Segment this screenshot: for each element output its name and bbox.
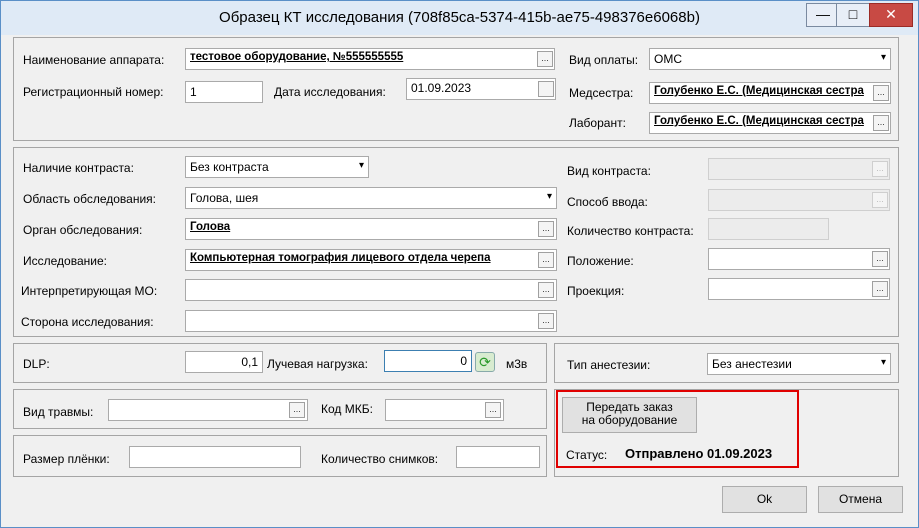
area-select[interactable]: Голова, шея ▾ bbox=[185, 187, 557, 209]
contrast-type-label: Вид контраста: bbox=[567, 164, 651, 178]
status-value: Отправлено 01.09.2023 bbox=[625, 446, 773, 461]
ray-load-label: Лучевая нагрузка: bbox=[267, 357, 368, 371]
contrast-type-field bbox=[708, 158, 890, 180]
trauma-type-field[interactable] bbox=[108, 399, 308, 421]
position-field[interactable] bbox=[708, 248, 890, 270]
area-label: Область обследования: bbox=[23, 192, 157, 206]
organ-label: Орган обследования: bbox=[23, 223, 143, 237]
device-label: Наименование аппарата: bbox=[23, 53, 165, 67]
refresh-icon[interactable]: ⟳ bbox=[475, 352, 495, 372]
mkb-code-label: Код МКБ: bbox=[321, 402, 373, 416]
nurse-field[interactable]: Голубенко Е.С. (Медицинская сестра bbox=[649, 82, 891, 104]
study-label: Исследование: bbox=[23, 254, 107, 268]
organ-field[interactable]: Голова bbox=[185, 218, 557, 240]
dlp-field[interactable]: 0,1 bbox=[185, 351, 263, 373]
maximize-button[interactable]: □ bbox=[836, 3, 870, 27]
title-bar: Образец КТ исследования (708f85ca-5374-4… bbox=[1, 1, 918, 35]
trauma-type-picker-button[interactable]: ... bbox=[289, 402, 305, 418]
input-method-label: Способ ввода: bbox=[567, 195, 648, 209]
device-field[interactable]: тестовое оборудование, №555555555 bbox=[185, 48, 555, 70]
ray-load-field[interactable]: 0 bbox=[384, 350, 472, 372]
organ-picker-button[interactable]: ... bbox=[538, 221, 554, 237]
anesthesia-value: Без анестезии bbox=[712, 357, 792, 371]
study-picker-button[interactable]: ... bbox=[538, 252, 554, 268]
chevron-down-icon: ▾ bbox=[546, 191, 552, 202]
reg-number-label: Регистрационный номер: bbox=[23, 85, 164, 99]
contrast-quantity-label: Количество контраста: bbox=[567, 224, 694, 238]
trauma-type-label: Вид травмы: bbox=[23, 405, 94, 419]
study-date-field[interactable]: 01.09.2023 bbox=[406, 78, 556, 100]
cancel-button[interactable]: Отмена bbox=[818, 486, 903, 513]
status-label: Статус: bbox=[566, 448, 608, 462]
contrast-select[interactable]: Без контраста ▾ bbox=[185, 156, 369, 178]
image-count-field[interactable] bbox=[456, 446, 540, 468]
interpreting-mo-field[interactable] bbox=[185, 279, 557, 301]
contrast-label: Наличие контраста: bbox=[23, 161, 134, 175]
chevron-down-icon: ▾ bbox=[358, 160, 364, 171]
send-order-line2: на оборудование bbox=[581, 413, 678, 427]
nurse-label: Медсестра: bbox=[569, 86, 634, 100]
send-order-button[interactable]: Передать заказ на оборудование bbox=[562, 397, 697, 433]
input-method-picker-button: ... bbox=[872, 192, 888, 208]
interpreting-mo-picker-button[interactable]: ... bbox=[538, 282, 554, 298]
study-side-label: Сторона исследования: bbox=[21, 315, 154, 329]
lab-assistant-field[interactable]: Голубенко Е.С. (Медицинская сестра bbox=[649, 112, 891, 134]
projection-label: Проекция: bbox=[567, 284, 625, 298]
dialog-window: Образец КТ исследования (708f85ca-5374-4… bbox=[0, 0, 919, 528]
close-button[interactable]: ✕ bbox=[869, 3, 913, 27]
area-value: Голова, шея bbox=[190, 191, 259, 205]
projection-field[interactable] bbox=[708, 278, 890, 300]
chevron-down-icon: ▾ bbox=[880, 357, 886, 368]
window-title: Образец КТ исследования (708f85ca-5374-4… bbox=[219, 9, 700, 26]
calendar-button[interactable] bbox=[538, 81, 554, 97]
contrast-type-picker-button: ... bbox=[872, 161, 888, 177]
image-count-label: Количество снимков: bbox=[321, 452, 439, 466]
film-size-label: Размер плёнки: bbox=[23, 452, 110, 466]
chevron-down-icon: ▾ bbox=[880, 52, 886, 63]
position-label: Положение: bbox=[567, 254, 634, 268]
nurse-picker-button[interactable]: ... bbox=[873, 85, 889, 101]
study-side-field[interactable] bbox=[185, 310, 557, 332]
projection-picker-button[interactable]: ... bbox=[872, 281, 888, 297]
contrast-quantity-field bbox=[708, 218, 829, 240]
anesthesia-select[interactable]: Без анестезии ▾ bbox=[707, 353, 891, 375]
study-date-label: Дата исследования: bbox=[274, 85, 386, 99]
contrast-value: Без контраста bbox=[190, 160, 269, 174]
payment-type-select[interactable]: ОМС ▾ bbox=[649, 48, 891, 70]
film-size-field[interactable] bbox=[129, 446, 301, 468]
input-method-field bbox=[708, 189, 890, 211]
device-picker-button[interactable]: ... bbox=[537, 51, 553, 67]
mkb-code-picker-button[interactable]: ... bbox=[485, 402, 501, 418]
position-picker-button[interactable]: ... bbox=[872, 251, 888, 267]
interpreting-mo-label: Интерпретирующая МО: bbox=[21, 284, 158, 298]
ok-button[interactable]: Ok bbox=[722, 486, 807, 513]
study-field[interactable]: Компьютерная томография лицевого отдела … bbox=[185, 249, 557, 271]
lab-assistant-picker-button[interactable]: ... bbox=[873, 115, 889, 131]
study-side-picker-button[interactable]: ... bbox=[538, 313, 554, 329]
anesthesia-label: Тип анестезии: bbox=[567, 358, 651, 372]
reg-number-field[interactable]: 1 bbox=[185, 81, 263, 103]
payment-type-value: ОМС bbox=[654, 52, 682, 66]
lab-assistant-label: Лаборант: bbox=[569, 116, 626, 130]
dlp-label: DLP: bbox=[23, 357, 50, 371]
minimize-button[interactable]: — bbox=[806, 3, 840, 27]
ray-unit-label: м3в bbox=[506, 357, 528, 371]
payment-type-label: Вид оплаты: bbox=[569, 53, 639, 67]
